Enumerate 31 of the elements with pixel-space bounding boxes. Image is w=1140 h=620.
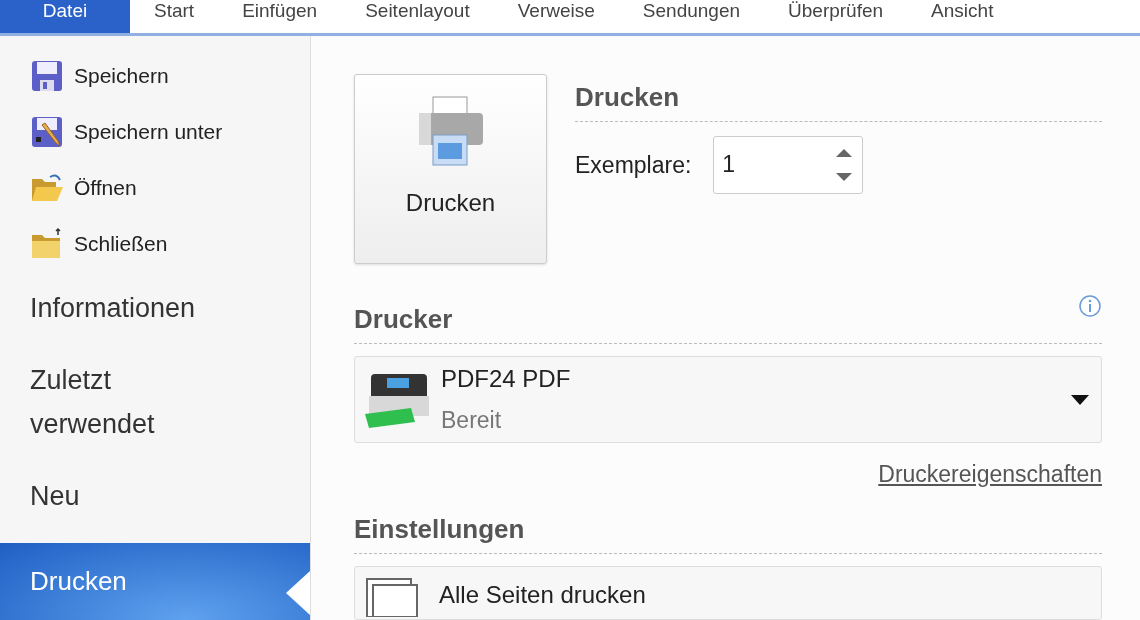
ribbon-tab[interactable]: Sendungen (618, 0, 765, 33)
nav-item[interactable]: Informationen (0, 272, 310, 344)
ribbon-tab[interactable]: Start (130, 0, 219, 33)
nav-item[interactable]: Neu (0, 460, 310, 532)
ribbon-tab[interactable]: Seitenlayout (341, 0, 494, 33)
info-icon[interactable] (1078, 294, 1102, 318)
dropdown-arrow-icon (1071, 394, 1089, 405)
menu-item[interactable]: Speichern (0, 48, 310, 104)
printer-status: Bereit (441, 406, 503, 436)
spin-arrows-icon (834, 147, 855, 183)
menu-item[interactable]: Speichern unter (0, 104, 310, 160)
section-heading: Drucken (575, 82, 680, 112)
printer-dropdown[interactable]: PDF24 PDF Bereit (354, 356, 1102, 443)
menu-item[interactable]: Schließen (0, 216, 310, 272)
ribbon-tab[interactable]: Überprüfen (764, 0, 908, 33)
ribbon-tab[interactable]: Ansicht (907, 0, 1018, 33)
ribbon-tab[interactable]: Datei (0, 0, 130, 33)
ribbon-tab[interactable]: Verweise (493, 0, 619, 33)
printer-name: PDF24 PDF (441, 364, 572, 395)
nav-item[interactable]: Zuletzt verwendet (0, 344, 310, 460)
nav-item[interactable]: Drucken (0, 543, 310, 620)
floppy-pencil-icon (30, 115, 64, 149)
section-heading: Drucker (354, 304, 453, 334)
copies-spinner[interactable]: 1 (713, 136, 864, 194)
print-range-dropdown[interactable]: Alle Seiten drucken (354, 565, 1102, 620)
printer-properties-link[interactable]: Druckereigenschaften (878, 457, 1102, 492)
print-button[interactable]: Drucken (354, 74, 547, 264)
menu-item[interactable]: Öffnen (0, 160, 310, 216)
ribbon-tab[interactable]: Einfügen (218, 0, 342, 33)
copies-label: Exemplare: (575, 150, 692, 180)
section-heading: Einstellungen (354, 513, 525, 544)
